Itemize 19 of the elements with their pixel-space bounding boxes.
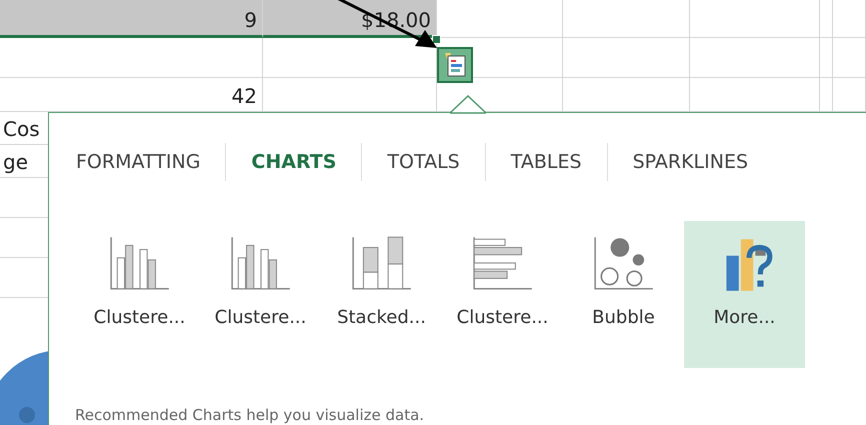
table-cell — [820, 38, 833, 78]
table-cell — [820, 0, 833, 38]
table-cell: 9 — [0, 0, 263, 38]
chart-option[interactable]: Clustere... — [442, 221, 563, 368]
tab[interactable]: SPARKLINES — [632, 149, 748, 175]
tab[interactable]: FORMATTING — [76, 149, 200, 175]
chart-option[interactable]: Clustere... — [79, 221, 200, 368]
fill-handle[interactable] — [432, 35, 441, 44]
chart-option[interactable]: Stacked... — [321, 221, 442, 368]
tab[interactable]: TABLES — [510, 149, 582, 175]
chart-option[interactable]: Clustere... — [200, 221, 321, 368]
table-cell — [833, 0, 866, 38]
chart-option[interactable]: More... — [684, 221, 805, 368]
table-cell — [833, 38, 866, 78]
quick-analysis-button[interactable] — [437, 47, 473, 83]
quick-analysis-icon — [443, 53, 467, 77]
tab[interactable]: TOTALS — [387, 149, 460, 175]
description-text: Recommended Charts help you visualize data. — [75, 406, 426, 424]
chart-option[interactable]: Bubble — [563, 221, 684, 368]
